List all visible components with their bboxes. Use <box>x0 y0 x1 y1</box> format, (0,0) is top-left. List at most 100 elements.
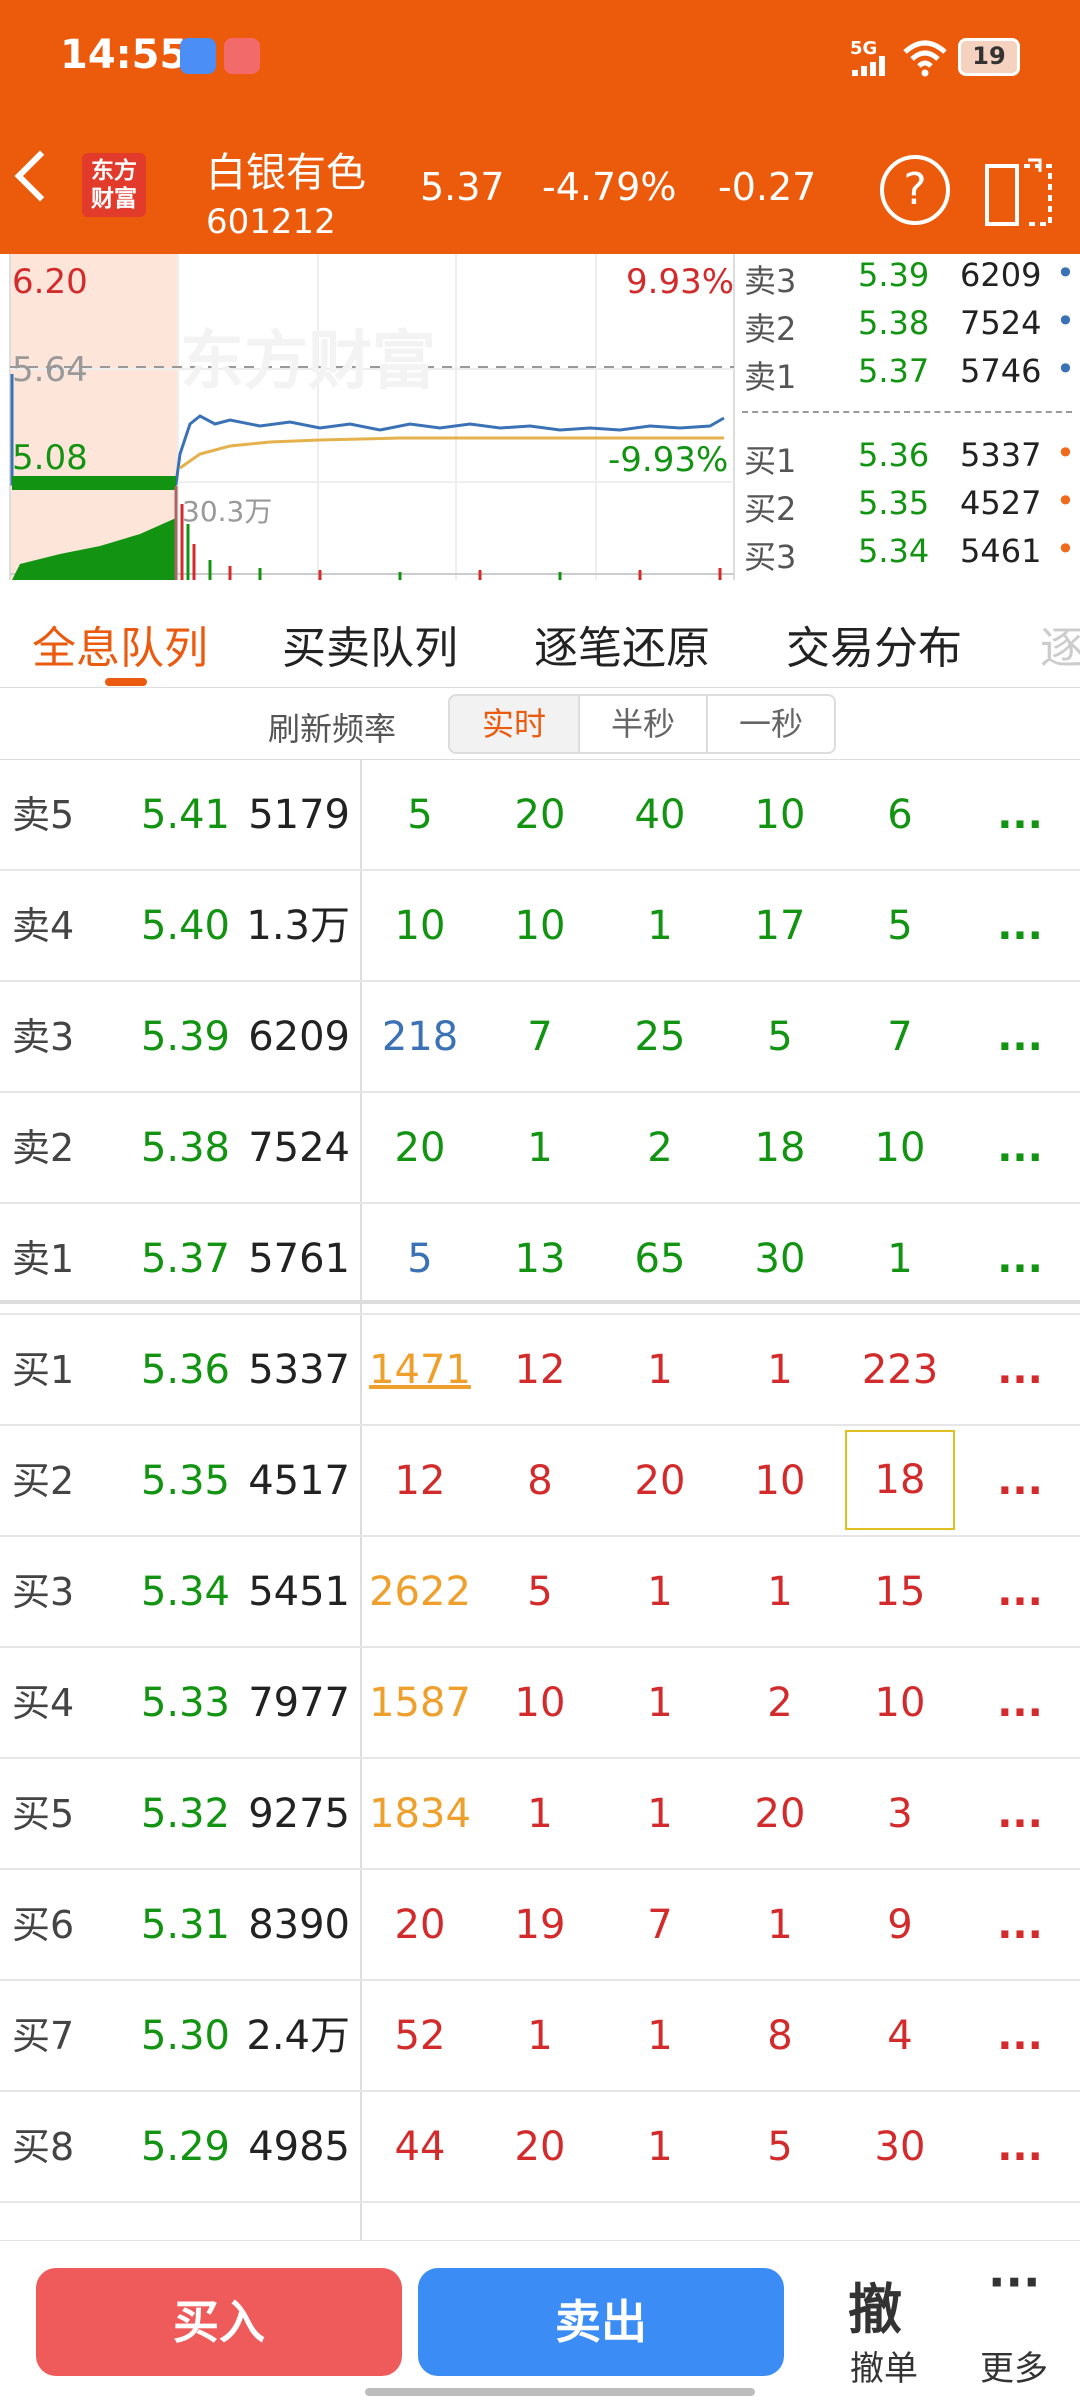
queue-order-cell[interactable]: 1 <box>600 1648 720 1759</box>
queue-row[interactable]: 卖2 5.38 7524 20 1 2 18 10... <box>0 1093 1080 1204</box>
row-more-icon[interactable]: ... <box>980 982 1060 1093</box>
queue-order-cell[interactable]: 14 <box>840 2203 960 2240</box>
queue-order-cell[interactable]: 30 <box>720 1204 840 1315</box>
queue-order-cell[interactable]: 65 <box>600 1204 720 1315</box>
landscape-icon[interactable] <box>984 156 1054 228</box>
tab-bid-ask-queue[interactable]: 买卖队列 <box>282 612 458 676</box>
sell-button[interactable]: 卖出 <box>418 2268 784 2376</box>
tab-full-queue[interactable]: 全息队列 <box>32 612 208 676</box>
queue-order-cell[interactable]: 18 <box>845 1430 955 1530</box>
queue-order-cell[interactable]: 1 <box>720 1537 840 1648</box>
queue-order-cell[interactable]: 8 <box>480 1426 600 1537</box>
row-more-icon[interactable]: ... <box>980 1537 1060 1648</box>
intraday-chart[interactable]: 东方财富 6.20 5.64 5.08 9.93% -9.93% 30.3万 卖… <box>0 254 1080 580</box>
row-more-icon[interactable]: ... <box>980 1759 1060 1870</box>
queue-order-cell[interactable]: 5 <box>720 2092 840 2203</box>
queue-order-cell[interactable]: 44 <box>360 2092 480 2203</box>
queue-order-cell[interactable]: 2 <box>720 1648 840 1759</box>
queue-order-cell[interactable]: 5 <box>720 2203 840 2240</box>
queue-order-cell[interactable]: 5 <box>840 871 960 982</box>
row-more-icon[interactable]: ... <box>980 2092 1060 2203</box>
queue-order-cell[interactable]: 20 <box>360 1870 480 1981</box>
queue-order-cell[interactable]: 7 <box>600 1870 720 1981</box>
row-more-icon[interactable]: ... <box>980 1093 1060 1204</box>
queue-order-cell[interactable]: 5 <box>360 760 480 871</box>
row-more-icon[interactable]: ... <box>980 871 1060 982</box>
queue-order-cell[interactable]: 1 <box>600 1537 720 1648</box>
queue-order-cell[interactable]: 10 <box>720 760 840 871</box>
queue-row[interactable]: 卖1 5.37 5761 5 13 65 30 1... <box>0 1204 1080 1315</box>
queue-row[interactable]: 买9 5.28 8435 1016514... <box>0 2203 1080 2240</box>
queue-order-cell[interactable]: 1 <box>480 1981 600 2092</box>
queue-row[interactable]: 买5 5.32 9275 1834 1 1 20 3... <box>0 1759 1080 1870</box>
queue-order-cell[interactable]: 13 <box>480 1204 600 1315</box>
row-more-icon[interactable]: ... <box>980 1315 1060 1426</box>
queue-row[interactable]: 买6 5.31 8390 20 19 7 1 9... <box>0 1870 1080 1981</box>
queue-order-cell[interactable]: 12 <box>360 1426 480 1537</box>
queue-order-cell[interactable]: 25 <box>600 982 720 1093</box>
queue-order-cell[interactable]: 3 <box>840 1759 960 1870</box>
queue-order-cell[interactable]: 1834 <box>360 1759 480 1870</box>
queue-order-cell[interactable]: 10 <box>480 1648 600 1759</box>
queue-order-cell[interactable]: 1471 <box>360 1315 480 1426</box>
back-icon[interactable] <box>14 150 66 202</box>
tab-trade-distribution[interactable]: 交易分布 <box>786 612 962 676</box>
refresh-halfsec-button[interactable]: 半秒 <box>578 694 708 754</box>
queue-order-cell[interactable]: 2 <box>600 1093 720 1204</box>
queue-order-cell[interactable]: 10 <box>360 871 480 982</box>
queue-order-cell[interactable]: 52 <box>360 1981 480 2092</box>
row-more-icon[interactable]: ... <box>980 1204 1060 1315</box>
queue-order-cell[interactable]: 10 <box>720 1426 840 1537</box>
queue-order-cell[interactable]: 2622 <box>360 1537 480 1648</box>
queue-order-cell[interactable]: 1 <box>600 2092 720 2203</box>
queue-order-cell[interactable]: 1 <box>600 871 720 982</box>
queue-order-cell[interactable]: 8 <box>720 1981 840 2092</box>
queue-order-cell[interactable]: 1 <box>600 1981 720 2092</box>
queue-order-cell[interactable]: 4 <box>840 1981 960 2092</box>
queue-order-cell[interactable]: 10 <box>480 871 600 982</box>
more-icon[interactable]: ··· <box>988 2255 1040 2309</box>
queue-order-cell[interactable]: 1 <box>600 1759 720 1870</box>
queue-order-cell[interactable]: 20 <box>600 1426 720 1537</box>
tab-more-partial[interactable]: 逐 <box>1040 612 1080 676</box>
queue-order-cell[interactable]: 19 <box>480 1870 600 1981</box>
queue-order-cell[interactable]: 20 <box>480 760 600 871</box>
row-more-icon[interactable]: ... <box>980 760 1060 871</box>
queue-order-cell[interactable]: 1 <box>720 1870 840 1981</box>
queue-order-cell[interactable]: 218 <box>360 982 480 1093</box>
queue-order-cell[interactable]: 15 <box>840 1537 960 1648</box>
queue-order-cell[interactable]: 12 <box>480 1315 600 1426</box>
queue-order-cell[interactable]: 6 <box>840 760 960 871</box>
queue-row[interactable]: 卖4 5.40 1.3万 10 10 1 17 5... <box>0 871 1080 982</box>
queue-row[interactable]: 买8 5.29 4985 44 20 1 5 30... <box>0 2092 1080 2203</box>
queue-order-cell[interactable]: 1 <box>840 1204 960 1315</box>
row-more-icon[interactable]: ... <box>980 2203 1060 2240</box>
help-icon[interactable]: ? <box>880 155 950 225</box>
queue-order-cell[interactable]: 6 <box>600 2203 720 2240</box>
queue-order-cell[interactable]: 18 <box>720 1093 840 1204</box>
queue-order-cell[interactable]: 17 <box>720 871 840 982</box>
queue-order-cell[interactable]: 5 <box>480 1537 600 1648</box>
more-button[interactable]: 更多 <box>980 2341 1048 2390</box>
queue-order-cell[interactable]: 1 <box>600 1315 720 1426</box>
queue-order-cell[interactable]: 1 <box>480 1093 600 1204</box>
queue-order-cell[interactable]: 1 <box>480 1759 600 1870</box>
queue-order-cell[interactable]: 223 <box>840 1315 960 1426</box>
refresh-realtime-button[interactable]: 实时 <box>448 694 580 754</box>
queue-order-cell[interactable]: 7 <box>840 982 960 1093</box>
row-more-icon[interactable]: ... <box>980 1426 1060 1537</box>
queue-order-cell[interactable]: 1 <box>480 2203 600 2240</box>
queue-order-cell[interactable]: 10 <box>840 1648 960 1759</box>
buy-button[interactable]: 买入 <box>36 2268 402 2376</box>
queue-order-cell[interactable]: 30 <box>840 2092 960 2203</box>
queue-row[interactable]: 买7 5.30 2.4万 52 1 1 8 4... <box>0 1981 1080 2092</box>
queue-order-cell[interactable]: 20 <box>720 1759 840 1870</box>
queue-order-cell[interactable]: 20 <box>480 2092 600 2203</box>
queue-row[interactable]: 买3 5.34 5451 2622 5 1 1 15... <box>0 1537 1080 1648</box>
tab-tick-restore[interactable]: 逐笔还原 <box>534 612 710 676</box>
queue-order-cell[interactable]: 10 <box>360 2203 480 2240</box>
queue-row[interactable]: 买1 5.36 5337 1471 12 1 1 223... <box>0 1315 1080 1426</box>
queue-order-cell[interactable]: 7 <box>480 982 600 1093</box>
queue-order-cell[interactable]: 1587 <box>360 1648 480 1759</box>
queue-row[interactable]: 卖5 5.41 5179 5 20 40 10 6... <box>0 760 1080 871</box>
